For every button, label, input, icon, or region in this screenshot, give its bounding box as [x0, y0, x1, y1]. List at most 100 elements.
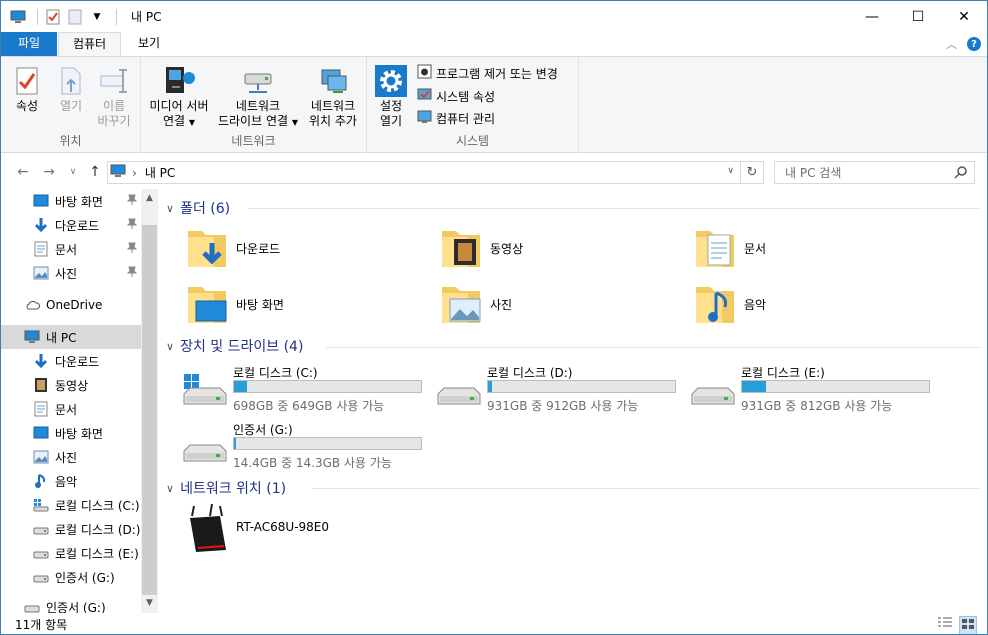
close-button[interactable]: ✕ — [941, 1, 987, 32]
tab-view[interactable]: 보기 — [123, 32, 175, 56]
nav-quick-desktop[interactable]: 바탕 화면 — [1, 189, 141, 213]
scroll-down-arrow-icon[interactable]: ▼ — [141, 594, 158, 611]
drive-usage-fill — [234, 438, 236, 449]
search-icon[interactable] — [954, 165, 968, 182]
system-properties-label: 시스템 속성 — [436, 89, 496, 104]
open-button[interactable]: 열기 — [51, 63, 91, 114]
section-title: 폴더 (6) — [180, 201, 231, 217]
tab-computer[interactable]: 컴퓨터 — [58, 32, 121, 57]
nav-pc-documents[interactable]: 문서 — [1, 397, 141, 421]
status-bar: 11개 항목 — [1, 613, 987, 634]
pin-icon[interactable] — [126, 266, 138, 281]
pin-icon[interactable] — [126, 218, 138, 233]
minimize-button[interactable]: — — [849, 1, 895, 32]
cloud-icon — [24, 297, 40, 313]
nav-pc-videos[interactable]: 동영상 — [1, 373, 141, 397]
nav-pc-music[interactable]: 음악 — [1, 469, 141, 493]
nav-pc-desktop[interactable]: 바탕 화면 — [1, 421, 141, 445]
folder-music[interactable]: 음악 — [694, 281, 766, 327]
maximize-button[interactable]: ☐ — [895, 1, 941, 32]
gear-icon — [373, 63, 409, 99]
nav-scrollbar[interactable]: ▲ ▼ — [141, 189, 158, 613]
network-drive-icon — [215, 63, 301, 99]
nav-pc-drive-c[interactable]: 로컬 디스크 (C:) — [1, 493, 141, 517]
open-settings-button[interactable]: 설정 열기 — [373, 63, 409, 129]
new-folder-icon[interactable] — [66, 8, 84, 26]
pin-icon[interactable] — [126, 242, 138, 257]
uninstall-label: 프로그램 제거 또는 변경 — [436, 66, 558, 81]
title-bar: ▼ 내 PC — ☐ ✕ — [1, 1, 987, 32]
nav-item-label: 인증서 (G:) — [55, 570, 115, 585]
recent-locations-chevron-icon[interactable]: ∨ — [63, 162, 83, 182]
folder-downloads[interactable]: 다운로드 — [186, 225, 280, 271]
drive-d[interactable]: 로컬 디스크 (D:) 931GB 중 912GB 사용 가능 — [436, 364, 676, 414]
uninstall-program-button[interactable]: 프로그램 제거 또는 변경 — [417, 63, 558, 83]
address-dropdown-icon[interactable]: ∨ — [727, 166, 734, 176]
help-icon[interactable]: ? — [967, 37, 981, 51]
drive-free-space: 931GB 중 812GB 사용 가능 — [741, 399, 893, 413]
computer-icon[interactable] — [9, 8, 27, 26]
folder-documents[interactable]: 문서 — [694, 225, 766, 271]
nav-pc-pictures[interactable]: 사진 — [1, 445, 141, 469]
back-arrow-icon[interactable]: ← — [13, 162, 33, 182]
nav-quick-pictures[interactable]: 사진 — [1, 261, 141, 285]
network-section-header[interactable]: ∨ 네트워크 위치 (1) — [166, 477, 286, 499]
drive-g[interactable]: 인증서 (G:) 14.4GB 중 14.3GB 사용 가능 — [182, 421, 422, 471]
media-server-button[interactable]: 미디어 서버 연결 ▼ — [145, 63, 213, 130]
map-network-drive-button[interactable]: 네트워크 드라이브 연결 ▼ — [215, 63, 301, 130]
window-title: 내 PC — [131, 10, 162, 24]
add-network-location-button[interactable]: 네트워크 위치 추가 — [303, 63, 363, 129]
address-bar[interactable]: › 내 PC ∨ — [107, 161, 741, 184]
forward-arrow-icon[interactable]: → — [39, 162, 59, 182]
search-box[interactable]: 내 PC 검색 — [774, 161, 975, 184]
rename-button[interactable]: 이름 바꾸기 — [93, 63, 135, 129]
drive-e[interactable]: 로컬 디스크 (E:) 931GB 중 812GB 사용 가능 — [690, 364, 930, 414]
computer-icon — [24, 329, 40, 345]
nav-this-pc[interactable]: 내 PC — [1, 325, 141, 349]
breadcrumb-separator-icon[interactable]: › — [132, 166, 137, 180]
nav-pc-downloads[interactable]: 다운로드 — [1, 349, 141, 373]
large-icons-view-icon[interactable] — [959, 616, 977, 634]
nav-item-label: 인증서 (G:) — [46, 600, 106, 614]
customize-qa-dropdown-icon[interactable]: ▼ — [88, 8, 106, 26]
search-placeholder: 내 PC 검색 — [785, 166, 842, 180]
breadcrumb-this-pc[interactable]: 내 PC — [145, 164, 175, 181]
folders-section-header[interactable]: ∨ 폴더 (6) — [166, 197, 230, 219]
drive-icon — [436, 372, 482, 411]
properties-button[interactable]: 속성 — [7, 63, 47, 114]
details-view-icon[interactable] — [937, 616, 953, 634]
drive-usage-bar — [233, 380, 422, 393]
drive-c[interactable]: 로컬 디스크 (C:) 698GB 중 649GB 사용 가능 — [182, 364, 422, 414]
system-properties-button[interactable]: 시스템 속성 — [417, 86, 495, 106]
folder-desktop[interactable]: 바탕 화면 — [186, 281, 284, 327]
folder-videos[interactable]: 동영상 — [440, 225, 523, 271]
media-server-icon — [145, 63, 213, 99]
download-icon — [33, 217, 49, 233]
tab-file[interactable]: 파일 — [1, 32, 57, 56]
nav-item-label: OneDrive — [46, 298, 103, 312]
network-device-router[interactable]: RT-AC68U-98E0 — [186, 503, 329, 552]
up-arrow-icon[interactable]: ↑ — [85, 162, 105, 182]
nav-pc-drive-g[interactable]: 인증서 (G:) — [1, 565, 141, 589]
folder-pictures[interactable]: 사진 — [440, 281, 512, 327]
item-count: 11개 항목 — [15, 617, 68, 632]
scroll-thumb[interactable] — [142, 225, 157, 595]
drive-icon — [33, 569, 49, 585]
nav-onedrive[interactable]: OneDrive — [1, 293, 141, 317]
nav-pc-drive-d[interactable]: 로컬 디스크 (D:) — [1, 517, 141, 541]
collapse-ribbon-icon[interactable]: ︿ — [946, 36, 957, 52]
group-location-label: 위치 — [59, 134, 82, 148]
nav-drive-g-root[interactable]: 인증서 (G:) — [1, 595, 141, 613]
drive-usage-bar — [233, 437, 422, 450]
scroll-up-arrow-icon[interactable]: ▲ — [141, 189, 158, 206]
nav-quick-downloads[interactable]: 다운로드 — [1, 213, 141, 237]
nav-pc-drive-e[interactable]: 로컬 디스크 (E:) — [1, 541, 141, 565]
computer-management-button[interactable]: 컴퓨터 관리 — [417, 108, 495, 128]
content-pane: ∨ 폴더 (6) 다운로드 동영상 문서 바탕 화면 사진 음악 ∨ 장치 및 … — [158, 189, 987, 613]
properties-icon[interactable] — [44, 8, 62, 26]
refresh-icon[interactable]: ↻ — [741, 161, 764, 184]
pin-icon[interactable] — [126, 194, 138, 209]
rename-icon — [93, 63, 135, 99]
drives-section-header[interactable]: ∨ 장치 및 드라이브 (4) — [166, 335, 303, 357]
nav-quick-documents[interactable]: 문서 — [1, 237, 141, 261]
